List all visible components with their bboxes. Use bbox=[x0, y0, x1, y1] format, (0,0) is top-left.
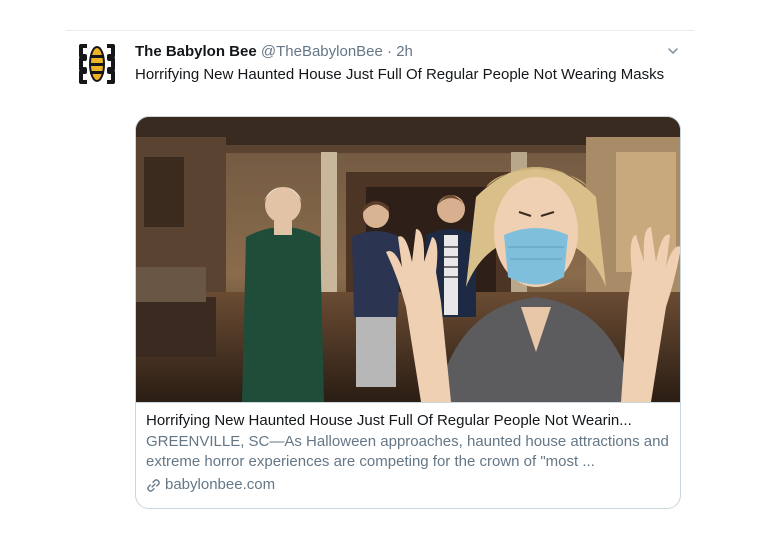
tweet-menu-button[interactable] bbox=[662, 40, 684, 62]
card-domain: babylonbee.com bbox=[165, 476, 276, 493]
haunted-house-photo bbox=[136, 117, 680, 402]
card-image[interactable] bbox=[136, 117, 680, 402]
timestamp[interactable]: 2h bbox=[396, 43, 413, 60]
tweet-header: The Babylon Bee @TheBabylonBee · 2h bbox=[135, 42, 655, 62]
link-icon bbox=[147, 478, 160, 492]
separator: · bbox=[387, 43, 393, 60]
avatar[interactable] bbox=[75, 42, 119, 86]
top-divider bbox=[66, 30, 694, 31]
link-card[interactable]: Horrifying New Haunted House Just Full O… bbox=[135, 116, 681, 509]
card-title[interactable]: Horrifying New Haunted House Just Full O… bbox=[146, 411, 672, 431]
author-name[interactable]: The Babylon Bee bbox=[135, 43, 257, 60]
tweet-text: Horrifying New Haunted House Just Full O… bbox=[135, 66, 665, 83]
chevron-down-icon bbox=[668, 48, 678, 54]
card-domain-row[interactable]: babylonbee.com bbox=[146, 475, 672, 495]
card-description: GREENVILLE, SC—As Halloween approaches, … bbox=[146, 433, 669, 470]
author-handle[interactable]: @TheBabylonBee bbox=[261, 43, 383, 60]
babylon-bee-logo bbox=[79, 44, 115, 84]
card-body[interactable]: Horrifying New Haunted House Just Full O… bbox=[136, 402, 680, 508]
